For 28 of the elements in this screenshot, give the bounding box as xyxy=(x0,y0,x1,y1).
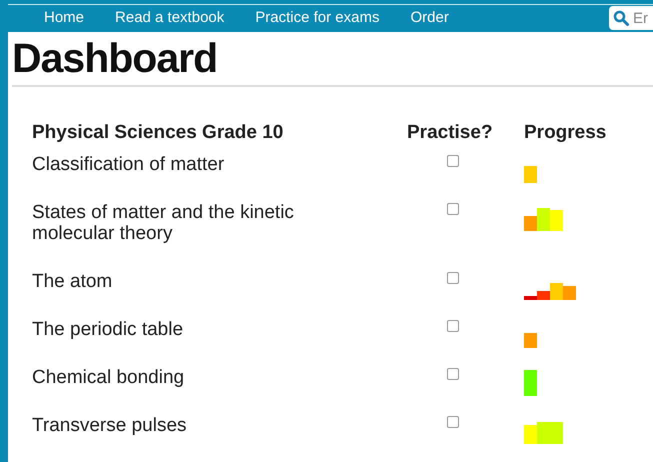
topic-name: Transverse pulses xyxy=(32,414,188,436)
practise-checkbox[interactable] xyxy=(447,203,459,215)
nav-link[interactable]: Read a textbook xyxy=(115,7,224,30)
nav-link[interactable]: Practice for exams xyxy=(255,7,380,30)
progress-bars-drawing xyxy=(524,166,537,183)
nav-link[interactable]: Order xyxy=(410,7,449,30)
nav-link[interactable]: Home xyxy=(44,7,84,30)
progress-bars-drawing xyxy=(524,208,563,231)
practise-checkbox[interactable] xyxy=(447,416,459,428)
progress-bars-drawing xyxy=(524,370,537,396)
practise-checkbox[interactable] xyxy=(447,155,459,167)
practise-checkbox[interactable] xyxy=(447,320,459,332)
search-icon xyxy=(613,10,629,26)
progress-bars-drawing xyxy=(524,333,537,348)
progress-bars-drawing xyxy=(524,283,576,300)
progress-bars-drawing xyxy=(524,422,563,444)
topic-name: Classification of matter xyxy=(32,153,226,175)
column-header: Progress xyxy=(524,120,606,144)
column-header: Practise? xyxy=(406,120,494,144)
search-field[interactable]: Er xyxy=(609,6,653,30)
topic-name: The periodic table xyxy=(32,318,184,340)
practise-checkbox[interactable] xyxy=(447,272,459,284)
topic-name: States of matter and the kinetic molecular theory xyxy=(32,201,295,244)
topic-name: The atom xyxy=(32,270,114,292)
practise-checkbox[interactable] xyxy=(447,368,459,380)
column-header: Physical Sciences Grade 10 xyxy=(32,120,284,144)
topic-name: Chemical bonding xyxy=(32,366,186,388)
page-title: Dashboard xyxy=(12,34,218,82)
